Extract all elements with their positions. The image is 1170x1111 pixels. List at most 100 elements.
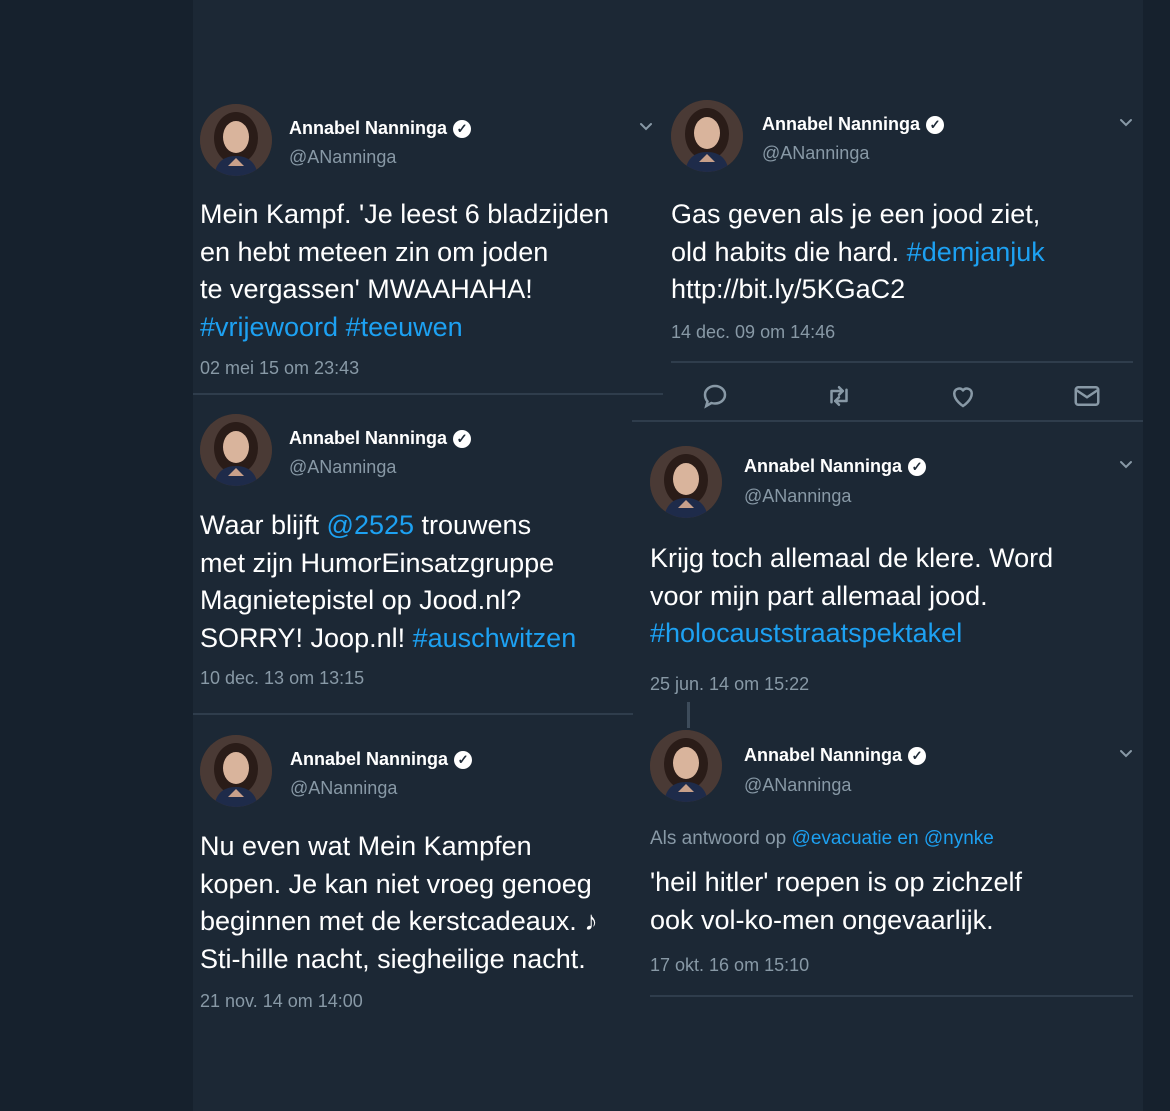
tweet-text-segment: trouwens bbox=[414, 510, 532, 540]
tweet-text: Gas geven als je een jood ziet, old habit… bbox=[671, 196, 1045, 309]
tweet-link[interactable]: #vrijewoord bbox=[200, 312, 338, 342]
like-icon[interactable] bbox=[948, 381, 978, 411]
avatar-image bbox=[650, 730, 722, 802]
display-name[interactable]: Annabel Nanninga ✓ bbox=[744, 745, 927, 766]
tweet-line: Sti-hille nacht, siegheilige nacht. bbox=[200, 941, 598, 979]
avatar-image bbox=[200, 104, 272, 176]
tweet-text-segment: Sti-hille nacht, siegheilige nacht. bbox=[200, 943, 586, 974]
avatar[interactable] bbox=[650, 730, 722, 802]
divider bbox=[650, 995, 1133, 997]
display-name[interactable]: Annabel Nanninga ✓ bbox=[289, 428, 472, 449]
tweet-text-segment: SORRY! Joop.nl! bbox=[200, 622, 413, 653]
tweet-timestamp[interactable]: 14 dec. 09 om 14:46 bbox=[671, 322, 835, 343]
tweet-line: #vrijewoord #teeuwen bbox=[200, 309, 609, 347]
tweet-text-segment: Mein Kampf. 'Je leest 6 bladzijden bbox=[200, 199, 609, 229]
tweet-link[interactable]: @2525 bbox=[327, 510, 414, 540]
tweet-line: ook vol-ko-men ongevaarlijk. bbox=[650, 902, 1022, 940]
message-icon[interactable] bbox=[1072, 381, 1102, 411]
divider bbox=[193, 713, 633, 715]
tweet-line: 'heil hitler' roepen is op zichzelf bbox=[650, 864, 1022, 902]
display-name[interactable]: Annabel Nanninga ✓ bbox=[290, 749, 473, 770]
tweet-link[interactable]: #teeuwen bbox=[346, 312, 463, 342]
chevron-down-icon[interactable] bbox=[1118, 745, 1134, 761]
divider bbox=[193, 393, 663, 395]
tweet-link[interactable]: #holocauststraatspektakel bbox=[650, 618, 962, 648]
tweet-timestamp[interactable]: 17 okt. 16 om 15:10 bbox=[650, 955, 809, 976]
avatar[interactable] bbox=[200, 735, 272, 807]
tweet-line: old habits die hard. #demjanjuk bbox=[671, 234, 1045, 272]
display-name[interactable]: Annabel Nanninga ✓ bbox=[289, 118, 472, 139]
thread-connector bbox=[687, 702, 690, 728]
tweet-text-segment: te vergassen' MWAAHAHA! bbox=[200, 274, 533, 304]
tweet-line: Gas geven als je een jood ziet, bbox=[671, 196, 1045, 234]
tweet-timestamp[interactable]: 21 nov. 14 om 14:00 bbox=[200, 991, 363, 1012]
tweet-line: voor mijn part allemaal jood. bbox=[650, 578, 1053, 616]
tweet-line: Waar blijft @2525 trouwens bbox=[200, 507, 576, 545]
tweet-text-segment: old habits die hard. bbox=[671, 236, 907, 267]
verified-badge-icon: ✓ bbox=[453, 430, 472, 448]
avatar[interactable] bbox=[200, 104, 272, 176]
tweet-line: Nu even wat Mein Kampfen bbox=[200, 828, 598, 866]
user-handle[interactable]: @ANanninga bbox=[289, 457, 396, 478]
chevron-down-icon[interactable] bbox=[1118, 456, 1134, 472]
tweet-line: te vergassen' MWAAHAHA! bbox=[200, 271, 609, 309]
user-handle[interactable]: @ANanninga bbox=[744, 775, 851, 796]
avatar[interactable] bbox=[671, 100, 743, 172]
user-handle[interactable]: @ANanninga bbox=[289, 147, 396, 168]
tweet-link[interactable]: #demjanjuk bbox=[907, 237, 1045, 267]
tweet-text-segment: http://bit.ly/5KGaC2 bbox=[671, 274, 906, 304]
tweet-line: kopen. Je kan niet vroeg genoeg bbox=[200, 866, 598, 904]
tweet-text-segment: Als antwoord op bbox=[650, 828, 792, 849]
tweet-link[interactable]: @evacuatie en @nynke bbox=[792, 828, 994, 849]
tweet-timestamp[interactable]: 25 jun. 14 om 15:22 bbox=[650, 674, 809, 695]
tweet-line: Magnietepistel op Jood.nl? bbox=[200, 582, 576, 620]
tweet-text: Mein Kampf. 'Je leest 6 bladzijden en heb… bbox=[200, 196, 609, 346]
tweet-line: en hebt meteen zin om joden bbox=[200, 234, 609, 272]
avatar-image bbox=[650, 446, 722, 518]
verified-badge-icon: ✓ bbox=[908, 458, 927, 476]
avatar-image bbox=[200, 735, 272, 807]
display-name[interactable]: Annabel Nanninga ✓ bbox=[762, 114, 945, 135]
tweet-timestamp[interactable]: 02 mei 15 om 23:43 bbox=[200, 358, 359, 379]
verified-badge-icon: ✓ bbox=[453, 120, 472, 138]
user-handle[interactable]: @ANanninga bbox=[762, 143, 869, 164]
tweet-text-segment: ook vol-ko-men ongevaarlijk. bbox=[650, 904, 994, 935]
tweet-line: http://bit.ly/5KGaC2 bbox=[671, 271, 1045, 309]
chevron-down-icon[interactable] bbox=[1118, 114, 1134, 130]
tweet-text-segment: kopen. Je kan niet vroeg genoeg bbox=[200, 868, 592, 899]
avatar[interactable] bbox=[200, 414, 272, 486]
verified-badge-icon: ✓ bbox=[454, 751, 473, 769]
tweet-text: 'heil hitler' roepen is op zichzelf ook v… bbox=[650, 864, 1022, 939]
tweet-text-segment: Krijg toch allemaal de klere. Word bbox=[650, 543, 1054, 573]
divider bbox=[632, 420, 1143, 422]
verified-badge-icon: ✓ bbox=[908, 747, 927, 765]
user-handle[interactable]: @ANanninga bbox=[744, 486, 851, 507]
tweet-text-segment: Waar blijft bbox=[200, 510, 327, 540]
tweet-link[interactable]: #auschwitzen bbox=[413, 623, 577, 653]
tweet-text-segment: voor mijn part allemaal jood. bbox=[650, 580, 988, 611]
reply-to-line: Als antwoord op @evacuatie en @nynke bbox=[650, 828, 994, 850]
avatar-image bbox=[671, 100, 743, 172]
tweet-timestamp[interactable]: 10 dec. 13 om 13:15 bbox=[200, 668, 364, 689]
tweet-text-segment: en hebt meteen zin om joden bbox=[200, 236, 549, 267]
tweet-text-segment: Nu even wat Mein Kampfen bbox=[200, 831, 532, 861]
chevron-down-icon[interactable] bbox=[638, 118, 654, 134]
tweet-line: beginnen met de kerstcadeaux. ♪ bbox=[200, 903, 598, 941]
display-name[interactable]: Annabel Nanninga ✓ bbox=[744, 456, 927, 477]
left-margin bbox=[0, 0, 193, 1111]
tweet-text-segment: met zijn HumorEinsatzgruppe bbox=[200, 547, 555, 578]
avatar[interactable] bbox=[650, 446, 722, 518]
tweet-text-segment: 'heil hitler' roepen is op zichzelf bbox=[650, 867, 1023, 897]
tweet-text-segment bbox=[338, 312, 346, 342]
tweet-text-segment: Gas geven als je een jood ziet, bbox=[671, 199, 1041, 229]
tweet-text-segment: beginnen met de kerstcadeaux. ♪ bbox=[200, 906, 598, 936]
tweet-line: #holocauststraatspektakel bbox=[650, 615, 1053, 653]
avatar-image bbox=[200, 414, 272, 486]
reply-icon[interactable] bbox=[700, 381, 730, 411]
tweet-text-segment: Magnietepistel op Jood.nl? bbox=[200, 585, 522, 615]
right-margin bbox=[1143, 0, 1170, 1111]
tweet-line: Krijg toch allemaal de klere. Word bbox=[650, 540, 1053, 578]
tweet-text: Krijg toch allemaal de klere. Word voor m… bbox=[650, 540, 1053, 653]
user-handle[interactable]: @ANanninga bbox=[290, 778, 397, 799]
retweet-icon[interactable] bbox=[824, 381, 854, 411]
